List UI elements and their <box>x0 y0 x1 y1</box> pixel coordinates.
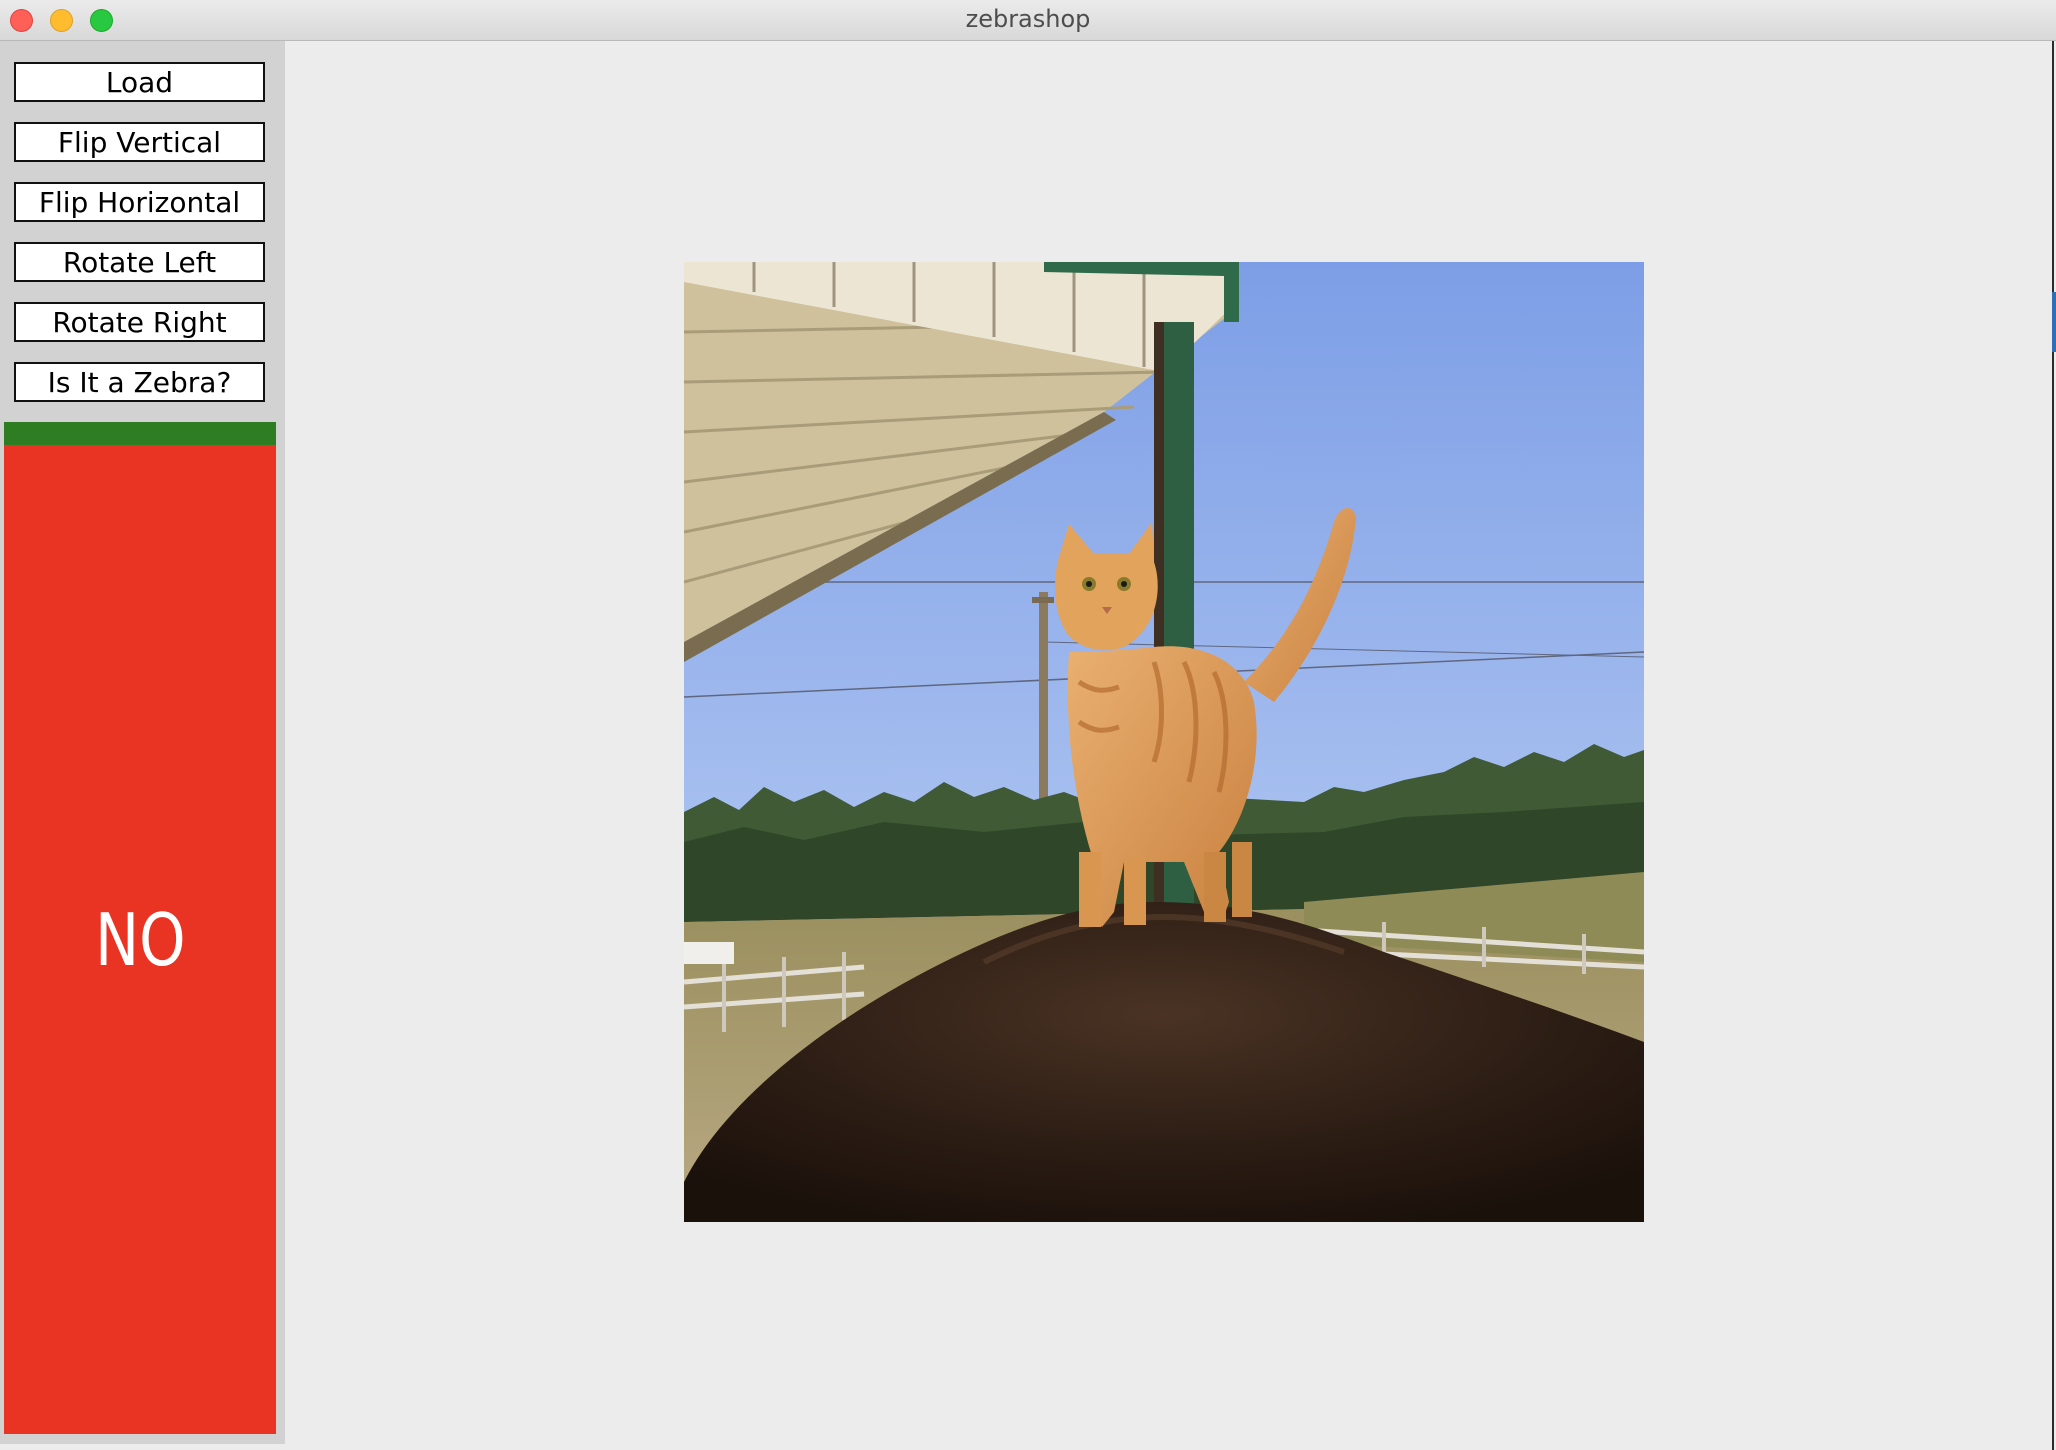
image-canvas <box>684 262 1644 1222</box>
tool-sidebar: Load Flip Vertical Flip Horizontal Rotat… <box>0 41 285 1444</box>
cat-on-horse-photo <box>684 262 1644 1222</box>
load-button[interactable]: Load <box>14 62 265 102</box>
window-edge-divider <box>2052 41 2054 1450</box>
app-window: zebrashop Load Flip Vertical Flip Horizo… <box>0 0 2056 1450</box>
flip-horizontal-button[interactable]: Flip Horizontal <box>14 182 265 222</box>
flip-vertical-button[interactable]: Flip Vertical <box>14 122 265 162</box>
result-panel: NO <box>4 445 276 1434</box>
is-it-a-zebra-button[interactable]: Is It a Zebra? <box>14 362 265 402</box>
result-indicator-strip <box>4 422 276 445</box>
window-edge-marker <box>2052 292 2056 352</box>
rotate-right-button[interactable]: Rotate Right <box>14 302 265 342</box>
title-bar[interactable]: zebrashop <box>0 0 2056 41</box>
rotate-left-button[interactable]: Rotate Left <box>14 242 265 282</box>
window-title: zebrashop <box>965 5 1091 33</box>
result-text: NO <box>94 897 186 982</box>
